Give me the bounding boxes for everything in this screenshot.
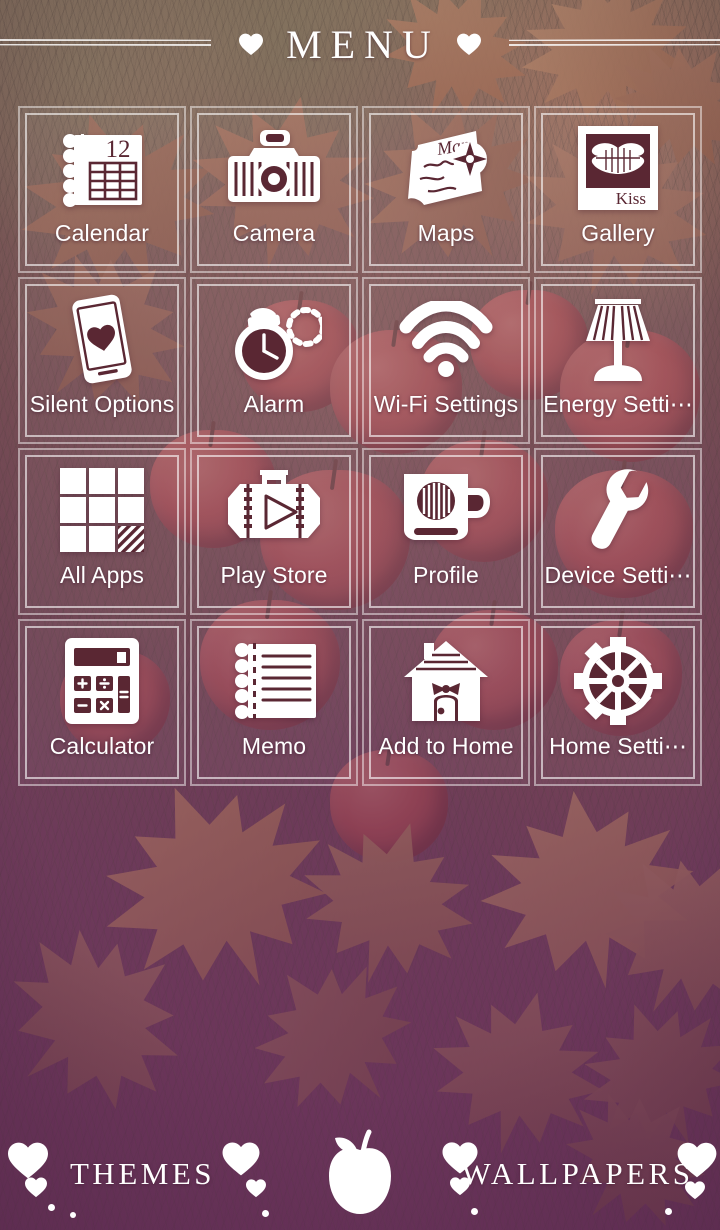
wrench-icon [566,462,670,558]
dot-icon [471,1208,478,1215]
notepad-icon [222,633,326,729]
app-label: Camera [232,220,316,246]
app-tile-device-settings[interactable]: Device Setti⋯ [534,448,702,615]
app-tile-memo[interactable]: Memo [190,619,358,786]
themes-button[interactable]: THEMES [0,1118,285,1230]
themes-label: THEMES [70,1156,215,1191]
gear-icon [566,633,670,729]
app-label: Alarm [243,391,305,417]
dot-icon [48,1204,55,1211]
app-grid-icon [50,462,154,558]
camera-icon [222,120,326,216]
svg-text:12: 12 [106,136,131,163]
app-label: Profile [413,562,479,588]
app-label: Maps [417,220,475,246]
app-label: Add to Home [378,733,514,759]
wifi-icon [394,291,498,387]
heart-icon [441,1140,479,1175]
svg-text:Kiss: Kiss [616,189,646,208]
app-tile-home-settings[interactable]: Home Setti⋯ [534,619,702,786]
app-label: Device Setti⋯ [544,562,692,588]
app-label: Play Store [220,562,328,588]
app-grid: 12 Calendar Camera Map Maps Kiss Gallery… [18,106,702,786]
app-label: Calendar [54,220,150,246]
app-tile-calendar[interactable]: 12 Calendar [18,106,186,273]
app-tile-calculator[interactable]: Calculator [18,619,186,786]
app-label: Silent Options [29,391,175,417]
bottom-bar: THEMES WALLPAPERS [0,1118,720,1230]
app-tile-silent-options[interactable]: Silent Options [18,277,186,444]
wallpapers-button[interactable]: WALLPAPERS [435,1118,720,1230]
app-label: Energy Setti⋯ [543,391,693,417]
apple-icon [319,1128,401,1221]
app-label: Home Setti⋯ [549,733,687,759]
app-tile-alarm[interactable]: Alarm [190,277,358,444]
heart-icon [245,1178,267,1198]
app-tile-energy-settings[interactable]: Energy Setti⋯ [534,277,702,444]
app-tile-all-apps[interactable]: All Apps [18,448,186,615]
app-label: Wi-Fi Settings [373,391,519,417]
coffee-mug-icon [394,462,498,558]
pocket-watch-icon [222,291,326,387]
wallpapers-label: WALLPAPERS [461,1156,694,1191]
app-label: Memo [241,733,307,759]
app-tile-add-to-home[interactable]: Add to Home [362,619,530,786]
apple-home-button[interactable] [285,1128,435,1221]
app-tile-camera[interactable]: Camera [190,106,358,273]
heart-icon [238,32,264,56]
header-rule-right [509,37,720,49]
app-label: Calculator [49,733,155,759]
app-tile-maps[interactable]: Map Maps [362,106,530,273]
gallery-kiss-icon: Kiss [566,120,670,216]
suitcase-play-icon [222,462,326,558]
app-tile-gallery[interactable]: Kiss Gallery [534,106,702,273]
map-icon: Map [394,120,498,216]
app-tile-wifi-settings[interactable]: Wi-Fi Settings [362,277,530,444]
dot-icon [665,1208,672,1215]
heart-icon [24,1176,48,1198]
dot-icon [262,1210,269,1217]
app-label: Gallery [581,220,655,246]
house-bow-icon [394,633,498,729]
heart-icon [676,1140,718,1179]
heart-icon [221,1140,261,1177]
calendar-icon: 12 [50,120,154,216]
phone-heart-icon [50,291,154,387]
page-title: MENU [286,21,440,67]
table-lamp-icon [566,291,670,387]
heart-icon [449,1176,471,1196]
dot-icon [70,1212,76,1218]
heart-icon [684,1180,706,1200]
heart-icon [6,1140,50,1180]
header-rule-left [0,37,211,49]
app-tile-play-store[interactable]: Play Store [190,448,358,615]
app-label: All Apps [60,562,144,588]
heart-icon [456,32,482,56]
menu-header: MENU [0,0,720,88]
calculator-icon [50,633,154,729]
app-tile-profile[interactable]: Profile [362,448,530,615]
